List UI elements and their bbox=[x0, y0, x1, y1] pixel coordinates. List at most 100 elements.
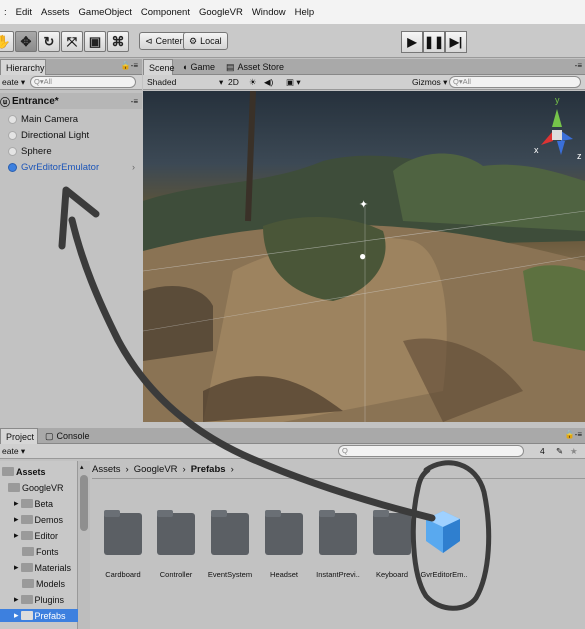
chevron-right-icon[interactable]: › bbox=[132, 162, 135, 172]
hierarchy-item-gvreditoremulator[interactable]: GvrEditorEmulator bbox=[8, 160, 99, 174]
folder-icon bbox=[22, 579, 34, 588]
project-panel-menu-icon[interactable]: 🔒-≡ bbox=[565, 430, 582, 439]
folder-icon bbox=[211, 510, 249, 555]
tree-item[interactable]: ▸ Plugins bbox=[14, 593, 64, 606]
play-button[interactable]: ▶ bbox=[401, 31, 423, 53]
tree-item-prefabs-selected[interactable]: ▸ Prefabs bbox=[0, 609, 78, 622]
transform-tool-button[interactable]: ⌘ bbox=[107, 31, 129, 52]
expand-arrow-icon[interactable]: ▸ bbox=[14, 562, 19, 573]
shading-dropdown[interactable]: Shaded bbox=[147, 77, 176, 87]
audio-icon[interactable]: ◀) bbox=[264, 77, 273, 88]
asset-label[interactable]: Controller bbox=[146, 570, 206, 579]
expand-arrow-icon[interactable]: ▸ bbox=[14, 594, 19, 605]
tab-console[interactable]: ▢ Console bbox=[40, 428, 95, 444]
scene-search-input[interactable]: Q▾All bbox=[449, 76, 581, 88]
scene-panel-menu-icon[interactable]: -≡ bbox=[575, 61, 582, 70]
gameobject-icon bbox=[8, 114, 17, 124]
hierarchy-item[interactable]: Sphere bbox=[8, 144, 52, 158]
tree-item[interactable]: Fonts bbox=[22, 545, 59, 558]
lighting-icon[interactable]: ☀ bbox=[249, 77, 257, 88]
breadcrumb-item[interactable]: Assets bbox=[92, 464, 121, 475]
hand-tool-button[interactable]: ✋ bbox=[0, 31, 14, 52]
count-badge: 4 bbox=[540, 446, 545, 456]
sun-gizmo-icon[interactable]: ✦ bbox=[359, 198, 368, 211]
expand-arrow-icon[interactable]: ▸ bbox=[14, 610, 19, 621]
tree-item-googlevr[interactable]: GoogleVR bbox=[8, 481, 64, 494]
tab-hierarchy[interactable]: Hierarchy bbox=[0, 59, 46, 75]
create-dropdown[interactable]: eate ▾ bbox=[0, 77, 25, 88]
tab-game[interactable]: ◖ Game bbox=[177, 59, 220, 75]
expand-arrow-icon[interactable]: ▸ bbox=[14, 514, 19, 525]
move-tool-button[interactable]: ✥ bbox=[15, 31, 37, 52]
menu-help[interactable]: Help bbox=[295, 7, 315, 18]
asset-label[interactable]: Cardboard bbox=[93, 570, 153, 579]
pivot-center-toggle[interactable]: ⊲ Center bbox=[139, 32, 189, 50]
step-icon: ▶| bbox=[449, 35, 463, 49]
folder-icon bbox=[20, 531, 33, 540]
menu-assets[interactable]: Assets bbox=[41, 7, 70, 18]
scene-menu-icon[interactable]: -≡ bbox=[131, 97, 138, 106]
tree-item[interactable]: ▸ Materials bbox=[14, 561, 71, 574]
effects-icon[interactable]: ▣ ▾ bbox=[286, 77, 301, 88]
menu-window[interactable]: Window bbox=[252, 7, 286, 18]
tree-item[interactable]: ▸ Editor bbox=[14, 529, 58, 542]
breadcrumb-item[interactable]: GoogleVR bbox=[134, 464, 178, 475]
folder-icon bbox=[265, 510, 303, 555]
folder-icon bbox=[20, 499, 33, 508]
gizmo-y-label: y bbox=[555, 95, 560, 105]
asset-label[interactable]: Keyboard bbox=[362, 570, 422, 579]
tree-item[interactable]: ▸ Demos bbox=[14, 513, 63, 526]
step-button[interactable]: ▶| bbox=[445, 31, 467, 53]
gizmos-dropdown[interactable]: Gizmos ▾ bbox=[412, 77, 447, 88]
project-create-dropdown[interactable]: eate ▾ bbox=[0, 446, 25, 457]
asset-label[interactable]: Headset bbox=[254, 570, 314, 579]
asset-label[interactable]: InstantPrevi.. bbox=[308, 570, 368, 579]
asset-label[interactable]: EventSystem bbox=[200, 570, 260, 579]
tab-asset-store[interactable]: ▤ Asset Store bbox=[221, 59, 289, 75]
scrollbar-thumb[interactable] bbox=[80, 475, 88, 531]
hierarchy-item[interactable]: Directional Light bbox=[8, 128, 89, 142]
menu-edit[interactable]: Edit bbox=[16, 7, 32, 18]
menu-googlevr[interactable]: GoogleVR bbox=[199, 7, 243, 18]
hierarchy-search-input[interactable]: Q▾All bbox=[30, 76, 136, 88]
panel-menu-icon[interactable]: 🔒-≡ bbox=[121, 61, 138, 70]
tree-item[interactable]: ▸ Beta bbox=[14, 497, 53, 510]
asset-label-gvreditoremulator[interactable]: GvrEditorEm.. bbox=[414, 570, 474, 579]
scene-root-row[interactable]: ⓤ Entrance* -≡ bbox=[0, 93, 142, 109]
scroll-up-icon[interactable]: ▴ bbox=[80, 463, 88, 473]
light-gizmo-icon[interactable]: ● bbox=[359, 249, 366, 263]
tab-scene[interactable]: Scene bbox=[143, 59, 175, 75]
folder-icon bbox=[104, 510, 142, 555]
tag-icon[interactable]: ✎ bbox=[556, 446, 563, 457]
menu-gameobject[interactable]: GameObject bbox=[79, 7, 132, 18]
tree-item-assets[interactable]: Assets bbox=[2, 465, 46, 478]
tree-item[interactable]: Models bbox=[22, 577, 65, 590]
menu-bar: : Edit Assets GameObject Component Googl… bbox=[0, 0, 585, 24]
scene-view[interactable]: ✦ ● y x z bbox=[143, 91, 585, 422]
mode-2d-toggle[interactable]: 2D bbox=[228, 77, 239, 87]
play-icon: ▶ bbox=[407, 35, 417, 49]
chevron-right-icon: › bbox=[230, 463, 234, 475]
menu-component[interactable]: Component bbox=[141, 7, 190, 18]
tab-project[interactable]: Project bbox=[0, 428, 38, 444]
chevron-right-icon: › bbox=[125, 463, 129, 475]
scene-orientation-gizmo[interactable] bbox=[531, 97, 583, 167]
pause-button[interactable]: ❚❚ bbox=[423, 31, 445, 53]
pivot-local-toggle[interactable]: ⚙ Local bbox=[183, 32, 228, 50]
expand-arrow-icon[interactable]: ▸ bbox=[14, 530, 19, 541]
project-search-input[interactable]: Q bbox=[338, 445, 524, 457]
hierarchy-toolbar: eate ▾ Q▾All bbox=[0, 75, 142, 90]
folder-icon bbox=[319, 510, 357, 555]
shading-dropdown-arrow[interactable]: ▾ bbox=[219, 77, 223, 88]
rotate-tool-button[interactable]: ↻ bbox=[38, 31, 60, 52]
folder-icon bbox=[2, 467, 14, 476]
breadcrumb-item[interactable]: Prefabs bbox=[191, 464, 226, 475]
hierarchy-item[interactable]: Main Camera bbox=[8, 112, 78, 126]
scale-tool-button[interactable]: ⤧ bbox=[61, 31, 83, 52]
tree-scrollbar[interactable]: ▴ bbox=[78, 461, 90, 629]
rect-tool-button[interactable]: ▣ bbox=[84, 31, 106, 52]
star-icon[interactable]: ★ bbox=[570, 446, 578, 457]
scale-icon: ⤧ bbox=[66, 33, 78, 49]
expand-arrow-icon[interactable]: ▸ bbox=[14, 498, 19, 509]
folder-icon bbox=[22, 547, 34, 556]
